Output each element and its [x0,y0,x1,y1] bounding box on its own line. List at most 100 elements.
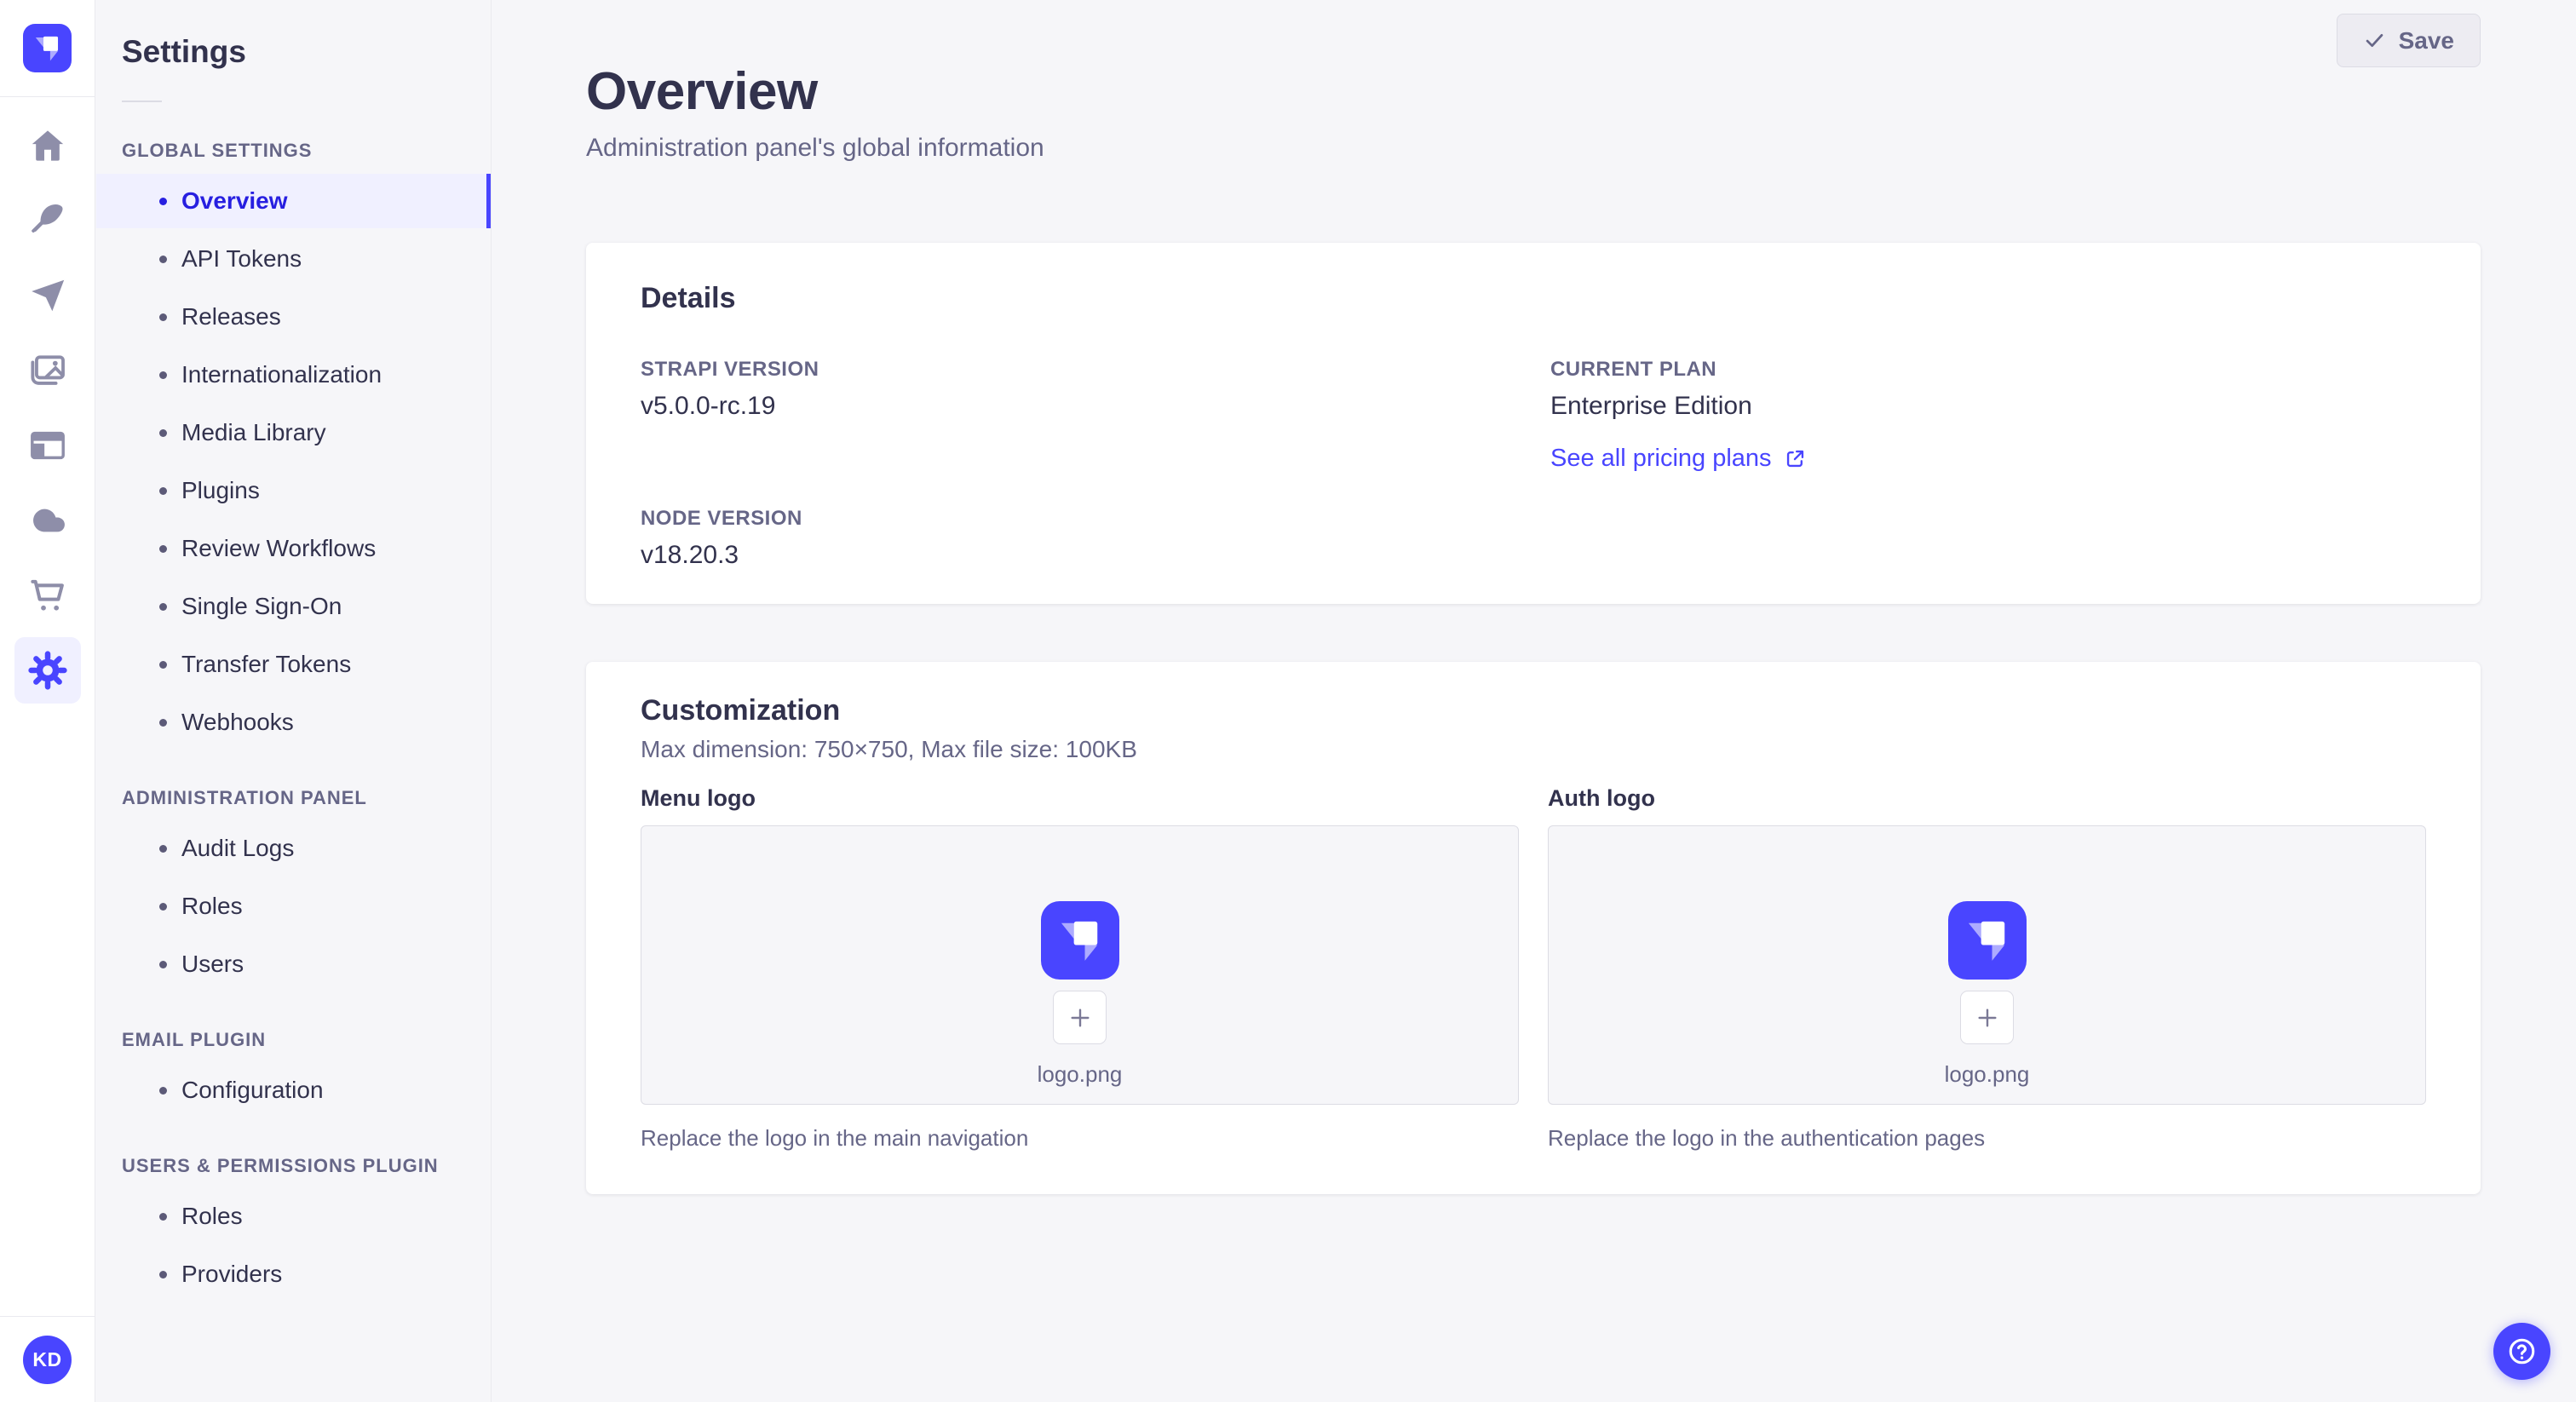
sidebar-item-label: Media Library [181,419,326,445]
nav-section-heading: USERS & PERMISSIONS PLUGIN [122,1155,439,1176]
sidebar-item-internationalization[interactable]: Internationalization [96,348,491,402]
sidebar-item-audit-logs[interactable]: Audit Logs [96,821,491,876]
sidebar-item-label: Roles [181,1203,243,1229]
layout-icon[interactable] [28,426,67,465]
sidebar-item-label: Audit Logs [181,835,295,861]
menu-logo-uploader: Menu logo logo.png Replace the logo in t… [641,785,1519,1152]
sidebar-item-label: Releases [181,303,281,330]
question-mark-circle-icon [2506,1336,2538,1367]
page-subtitle: Administration panel's global informatio… [586,134,1044,162]
strapi-logo [1040,901,1119,980]
subnav-list: GLOBAL SETTINGS Overview API Tokens Release… [96,140,491,1301]
main-navigation-rail: KD [0,0,95,1402]
bullet-icon [159,1270,167,1278]
save-button-label: Save [2398,26,2454,54]
current-plan-value: Enterprise Edition [1550,392,1752,420]
external-link-icon [1784,447,1807,470]
subnav-title: Settings [122,34,246,69]
sidebar-item-label: Transfer Tokens [181,651,352,677]
add-logo-button[interactable] [1053,991,1107,1044]
sidebar-item-label: Review Workflows [181,535,377,561]
auth-logo-dropzone[interactable]: logo.png [1548,825,2426,1105]
menu-logo-label: Menu logo [641,785,756,811]
sidebar-item-configuration[interactable]: Configuration [96,1063,491,1118]
bullet-icon [159,197,167,205]
sidebar-item-label: Overview [181,187,288,214]
page-title: Overview [586,62,818,121]
sidebar-item-media-library[interactable]: Media Library [96,405,491,460]
sidebar-item-api-tokens[interactable]: API Tokens [96,232,491,286]
pricing-plans-link[interactable]: See all pricing plans [1550,445,1807,473]
subnav-divider [122,101,162,102]
details-card-title: Details [641,282,736,314]
menu-logo-filename: logo.png [1037,1061,1123,1087]
paper-plane-icon[interactable] [28,276,67,315]
bullet-icon [159,428,167,437]
node-version-label: NODE VERSION [641,507,802,530]
strapi-logo[interactable] [23,24,72,72]
workspace-logo-area [0,0,95,97]
sidebar-item-single-sign-on[interactable]: Single Sign-On [96,579,491,634]
page-header: Overview Administration panel's global i… [586,0,2481,163]
strapi-version-label: STRAPI VERSION [641,358,819,381]
sidebar-item-roles[interactable]: Roles [96,879,491,934]
cart-icon[interactable] [28,576,67,615]
sidebar-item-users[interactable]: Users [96,937,491,991]
strapi-version-value: v5.0.0-rc.19 [641,392,776,420]
customization-constraints: Max dimension: 750×750, Max file size: 1… [641,736,1137,762]
bullet-icon [159,1212,167,1221]
auth-logo-filename: logo.png [1944,1061,2030,1087]
check-icon [2363,29,2386,52]
customization-card: Customization Max dimension: 750×750, Ma… [586,662,2481,1194]
bullet-icon [159,602,167,611]
sidebar-item-releases[interactable]: Releases [96,290,491,344]
cloud-icon[interactable] [28,501,67,540]
sidebar-item-plugins[interactable]: Plugins [96,463,491,518]
help-button[interactable] [2493,1323,2550,1380]
sidebar-item-label: API Tokens [181,245,302,272]
pictures-icon[interactable] [28,351,67,390]
sidebar-item-label: Webhooks [181,709,294,735]
bullet-icon [159,718,167,727]
save-button[interactable]: Save [2336,14,2481,67]
home-icon[interactable] [28,126,67,165]
sidebar-item-transfer-tokens[interactable]: Transfer Tokens [96,637,491,692]
bullet-icon [159,902,167,911]
rail-user-area: KD [0,1316,95,1402]
nav-section-heading: EMAIL PLUGIN [122,1029,267,1050]
nav-section-heading: GLOBAL SETTINGS [122,140,313,161]
sidebar-item-label: Plugins [181,477,260,503]
bullet-icon [159,844,167,853]
sidebar-item-review-workflows[interactable]: Review Workflows [96,521,491,576]
current-plan-field: CURRENT PLAN Enterprise Edition See all … [1550,358,2426,473]
pricing-plans-link-label: See all pricing plans [1550,445,1772,472]
feather-icon[interactable] [28,201,67,240]
strapi-version-field: STRAPI VERSION v5.0.0-rc.19 [641,358,1550,473]
menu-logo-helper: Replace the logo in the main navigation [641,1125,1029,1151]
add-logo-button[interactable] [1960,991,2014,1044]
auth-logo-uploader: Auth logo logo.png Replace the logo in t… [1548,785,2426,1152]
sidebar-item-webhooks[interactable]: Webhooks [96,695,491,750]
gear-icon[interactable] [14,637,81,704]
sidebar-item-overview[interactable]: Overview [96,174,491,228]
bullet-icon [159,544,167,553]
plus-icon [1974,1004,2001,1031]
sidebar-item-roles[interactable]: Roles [96,1189,491,1244]
auth-logo-label: Auth logo [1548,785,1655,811]
node-version-value: v18.20.3 [641,541,739,569]
details-grid: STRAPI VERSION v5.0.0-rc.19 CURRENT PLAN… [641,358,2426,570]
sidebar-item-providers[interactable]: Providers [96,1247,491,1301]
bullet-icon [159,1086,167,1095]
node-version-field: NODE VERSION v18.20.3 [641,507,1550,570]
sidebar-item-label: Internationalization [181,361,382,388]
bullet-icon [159,313,167,321]
sidebar-item-label: Single Sign-On [181,593,342,619]
settings-subnav: Settings GLOBAL SETTINGS Overview API Toke… [96,0,492,1402]
bullet-icon [159,960,167,968]
current-plan-label: CURRENT PLAN [1550,358,1717,381]
main-content: Overview Administration panel's global i… [492,0,2576,1402]
menu-logo-dropzone[interactable]: logo.png [641,825,1519,1105]
plus-icon [1067,1004,1094,1031]
avatar[interactable]: KD [23,1335,72,1384]
nav-section-heading: ADMINISTRATION PANEL [122,787,367,808]
